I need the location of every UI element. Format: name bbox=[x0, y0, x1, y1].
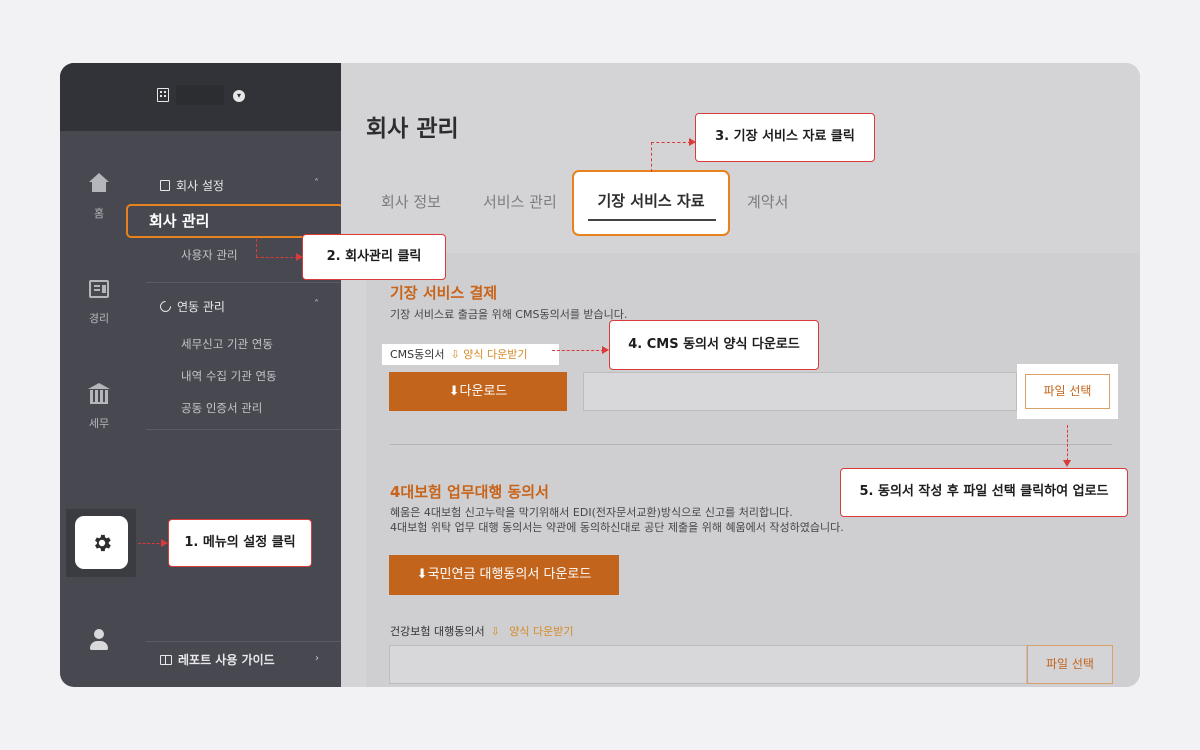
arrow-right-icon bbox=[161, 539, 168, 547]
chevron-down-icon[interactable]: ▾ bbox=[233, 90, 245, 102]
section-desc-insurance-1: 혜움은 4대보험 신고누락을 막기위해서 EDI(전자문서교환)방식으로 신고를… bbox=[390, 506, 793, 519]
health-file-field[interactable] bbox=[389, 645, 1027, 684]
health-template-link[interactable]: ⇩ 양식 다운받기 bbox=[491, 625, 574, 638]
section-title-insurance: 4대보험 업무대행 동의서 bbox=[390, 483, 549, 501]
callout-connector bbox=[651, 142, 652, 172]
tab-contract[interactable]: 계약서 bbox=[747, 191, 788, 212]
chevron-right-icon[interactable]: › bbox=[315, 653, 319, 664]
cms-form-row: CMS동의서 ⇩ 양식 다운받기 bbox=[382, 344, 559, 365]
rail-label-ledger: 경리 bbox=[88, 312, 110, 325]
cms-download-button[interactable]: ⬇다운로드 bbox=[389, 372, 567, 411]
sidebar-item-certificate[interactable]: 공동 인증서 관리 bbox=[181, 400, 262, 416]
company-name-redacted bbox=[176, 85, 224, 105]
menu-divider bbox=[146, 641, 341, 642]
gear-icon bbox=[94, 534, 111, 551]
company-switcher[interactable]: ▾ bbox=[60, 63, 341, 131]
callout-connector bbox=[1067, 425, 1068, 461]
download-label: 다운로드 bbox=[459, 384, 508, 399]
health-label: 건강보험 대행동의서 bbox=[390, 625, 485, 638]
cms-file-field[interactable] bbox=[583, 372, 1017, 411]
app-window: ▾ 홈 경리 세무 회사 설정 ˄ 회사 관리 사용자 관리 연동 관리 ˄ 세… bbox=[60, 63, 1140, 687]
callout-step-5: 5. 동의서 작성 후 파일 선택 클릭하여 업로드 bbox=[840, 468, 1128, 517]
callout-step-4: 4. CMS 동의서 양식 다운로드 bbox=[609, 320, 819, 370]
rail-label-home: 홈 bbox=[93, 207, 105, 220]
pension-download-button[interactable]: ⬇국민연금 대행동의서 다운로드 bbox=[389, 555, 619, 595]
arrow-right-icon bbox=[602, 346, 609, 354]
health-form-row: 건강보험 대행동의서 ⇩ 양식 다운받기 bbox=[390, 623, 574, 639]
sidebar-item-user-management[interactable]: 사용자 관리 bbox=[181, 247, 238, 263]
section-desc-insurance-2: 4대보험 위탁 업무 대행 동의서는 약관에 동의하신대로 공단 제출을 위해 … bbox=[390, 521, 844, 534]
page-title: 회사 관리 bbox=[366, 116, 459, 142]
guide-label: 레포트 사용 가이드 bbox=[178, 653, 275, 667]
tab-company-info[interactable]: 회사 정보 bbox=[381, 191, 441, 212]
download-icon: ⬇ bbox=[448, 384, 460, 399]
chevron-up-icon[interactable]: ˄ bbox=[314, 299, 319, 310]
menu-section-label: 회사 설정 bbox=[176, 179, 224, 193]
ledger-icon bbox=[89, 280, 109, 298]
arrow-right-icon bbox=[296, 253, 303, 261]
sidebar: ▾ 홈 경리 세무 회사 설정 ˄ 회사 관리 사용자 관리 연동 관리 ˄ 세… bbox=[60, 63, 344, 687]
settings-button[interactable] bbox=[75, 516, 128, 569]
bank-icon bbox=[88, 383, 110, 404]
sidebar-item-company-management[interactable]: 회사 관리 bbox=[126, 204, 344, 238]
tab-service-management[interactable]: 서비스 관리 bbox=[483, 191, 557, 212]
sidebar-guide-link[interactable]: 레포트 사용 가이드 bbox=[160, 651, 275, 668]
section-desc-billing: 기장 서비스료 출금을 위해 CMS동의서를 받습니다. bbox=[390, 308, 628, 321]
tab-label: 기장 서비스 자료 bbox=[597, 192, 705, 210]
book-icon bbox=[160, 654, 172, 665]
menu-section-integration[interactable]: 연동 관리 bbox=[157, 298, 225, 315]
callout-connector bbox=[256, 239, 257, 257]
callout-connector bbox=[256, 257, 298, 258]
health-link-text: 양식 다운받기 bbox=[509, 625, 574, 638]
section-divider bbox=[390, 444, 1112, 445]
home-icon bbox=[88, 173, 110, 193]
sidebar-item-statement-link[interactable]: 내역 수집 기관 연동 bbox=[181, 368, 277, 384]
cms-link-text: 양식 다운받기 bbox=[463, 348, 528, 361]
menu-divider bbox=[146, 429, 341, 430]
health-file-select-button[interactable]: 파일 선택 bbox=[1027, 645, 1113, 684]
pension-download-label: 국민연금 대행동의서 다운로드 bbox=[427, 567, 592, 582]
callout-connector bbox=[552, 350, 604, 351]
callout-step-2: 2. 회사관리 클릭 bbox=[302, 234, 446, 280]
document-icon bbox=[160, 180, 170, 191]
download-icon: ⬇ bbox=[416, 567, 428, 582]
sidebar-item-tax-agency-link[interactable]: 세무신고 기관 연동 bbox=[181, 336, 273, 352]
building-icon bbox=[157, 88, 169, 102]
section-title-billing: 기장 서비스 결제 bbox=[390, 284, 498, 302]
tab-bookkeeping-data[interactable]: 기장 서비스 자료 bbox=[572, 170, 730, 236]
cms-label: CMS동의서 bbox=[390, 348, 445, 361]
chevron-up-icon[interactable]: ˄ bbox=[314, 178, 319, 189]
callout-step-3: 3. 기장 서비스 자료 클릭 bbox=[695, 113, 875, 162]
menu-section-label: 연동 관리 bbox=[177, 300, 225, 314]
callout-connector bbox=[651, 142, 691, 143]
rail-item-tax[interactable]: 세무 bbox=[60, 383, 138, 431]
cms-file-select-button[interactable]: 파일 선택 bbox=[1025, 374, 1110, 409]
arrow-right-icon bbox=[689, 138, 696, 146]
menu-section-company-settings[interactable]: 회사 설정 bbox=[160, 177, 224, 194]
cms-file-select-highlight: 파일 선택 bbox=[1017, 364, 1118, 419]
user-icon[interactable] bbox=[90, 629, 108, 651]
callout-step-1: 1. 메뉴의 설정 클릭 bbox=[168, 519, 312, 567]
link-icon bbox=[157, 298, 174, 315]
rail-item-ledger[interactable]: 경리 bbox=[60, 280, 138, 326]
arrow-down-icon bbox=[1063, 460, 1071, 467]
menu-divider bbox=[146, 282, 341, 283]
rail-label-tax: 세무 bbox=[88, 417, 110, 430]
sidebar-menu: 회사 설정 ˄ 회사 관리 사용자 관리 연동 관리 ˄ 세무신고 기관 연동 … bbox=[126, 131, 344, 687]
cms-template-link[interactable]: ⇩ 양식 다운받기 bbox=[451, 348, 528, 361]
